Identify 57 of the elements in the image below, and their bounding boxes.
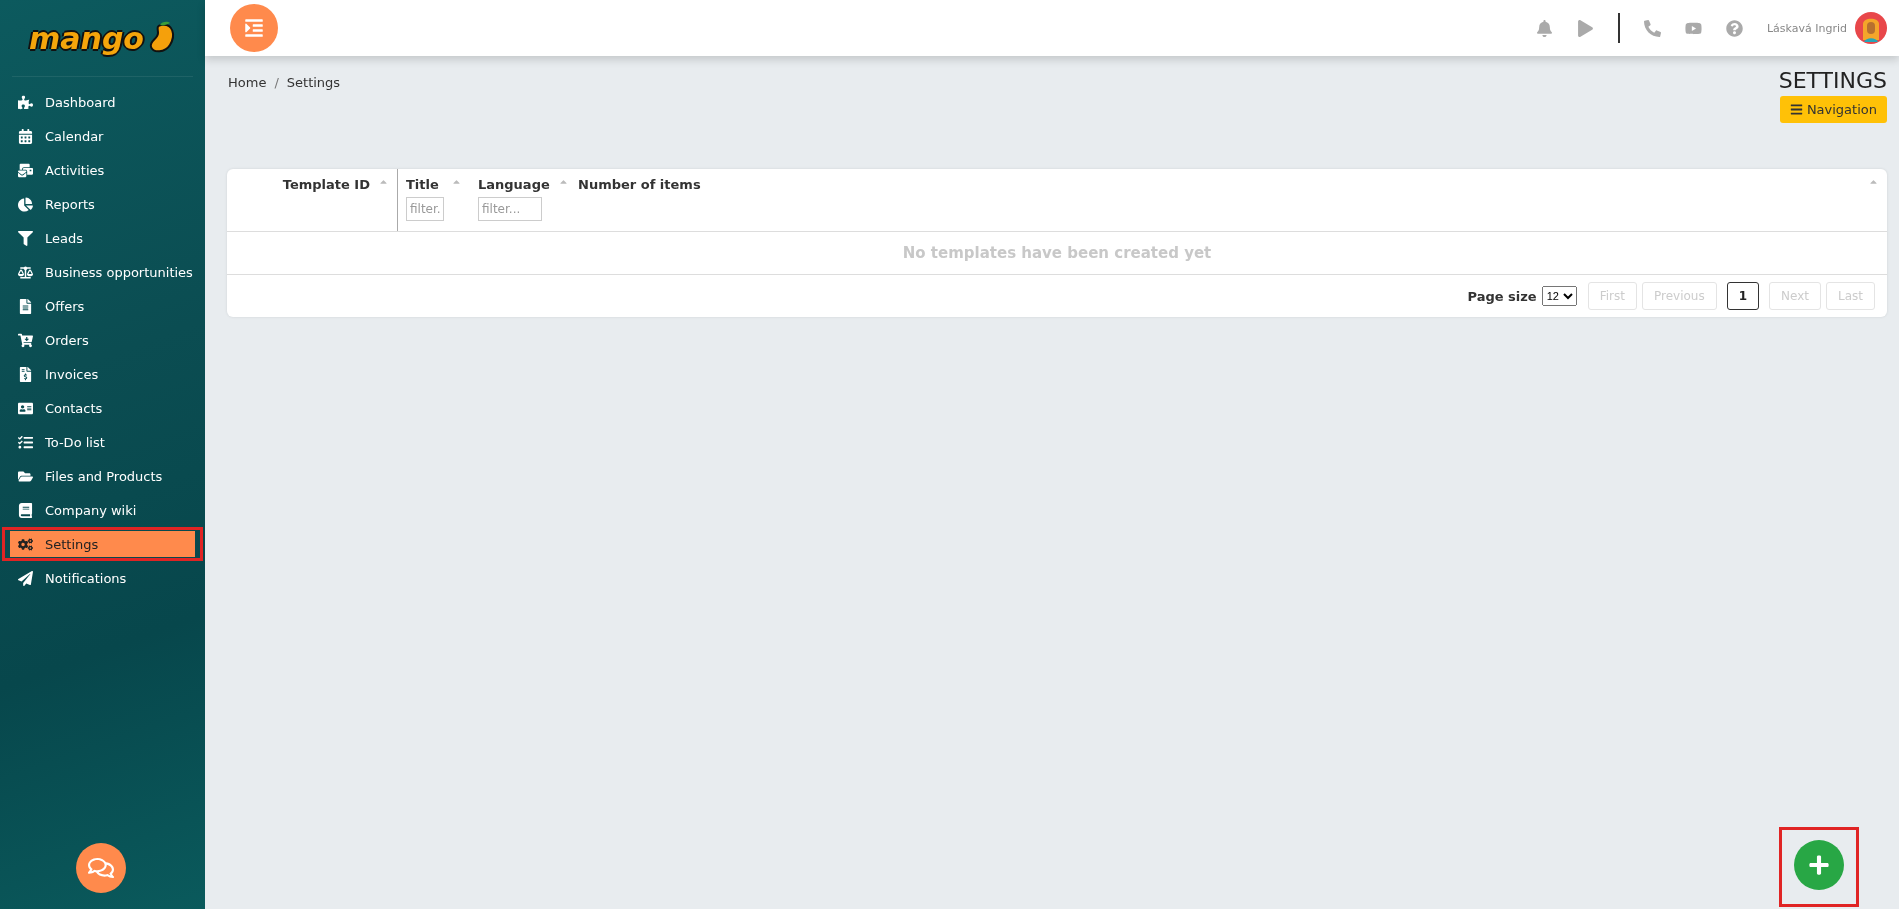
checklist-icon bbox=[18, 434, 33, 450]
envelopes-icon bbox=[18, 162, 33, 178]
menu-toggle-button[interactable] bbox=[230, 4, 278, 52]
page-title: SETTINGS bbox=[1778, 68, 1887, 93]
sidebar-item[interactable]: Company wiki bbox=[10, 497, 195, 523]
breadcrumb-separator: / bbox=[274, 75, 279, 90]
book-icon bbox=[18, 502, 33, 518]
page-size-label: Page size bbox=[1467, 288, 1537, 304]
invoice-icon bbox=[18, 366, 33, 382]
cart-icon bbox=[18, 332, 33, 348]
sidebar-item[interactable]: Business opportunities bbox=[10, 259, 195, 285]
play-icon[interactable] bbox=[1577, 19, 1595, 37]
chat-bubbles-icon bbox=[88, 855, 114, 881]
sidebar-item[interactable]: Orders bbox=[10, 327, 195, 353]
contact-card-icon bbox=[18, 400, 33, 416]
phone-icon[interactable] bbox=[1643, 19, 1661, 37]
column-header[interactable]: Template ID bbox=[282, 177, 370, 192]
sidebar-item[interactable]: Reports bbox=[10, 191, 195, 217]
breadcrumb-item: Settings bbox=[286, 75, 341, 90]
add-button[interactable] bbox=[1794, 840, 1844, 890]
sidebar-item[interactable]: Files and Products bbox=[10, 463, 195, 489]
logo-text: mango bbox=[29, 20, 144, 56]
sidebar-item[interactable]: Leads bbox=[10, 225, 195, 251]
pie-chart-icon bbox=[18, 196, 33, 212]
sidebar-item[interactable]: To-Do list bbox=[10, 429, 195, 455]
filter-field[interactable]: filter... bbox=[478, 197, 542, 221]
puzzle-icon bbox=[18, 94, 33, 110]
sidebar-item[interactable]: Notifications bbox=[10, 565, 195, 591]
column-header[interactable]: Language bbox=[478, 177, 550, 192]
user-name[interactable]: Láskavá Ingrid bbox=[1766, 21, 1847, 35]
scales-icon bbox=[18, 264, 33, 280]
page-size-select[interactable]: 12 bbox=[1541, 286, 1577, 306]
funnel-icon bbox=[18, 230, 33, 246]
filter-field[interactable]: filter. bbox=[406, 197, 444, 221]
sidebar-item[interactable]: Dashboard bbox=[10, 89, 195, 115]
plus-icon bbox=[1808, 854, 1830, 876]
navigation-button[interactable]: Navigation bbox=[1779, 96, 1887, 123]
bell-icon[interactable] bbox=[1536, 19, 1554, 37]
chat-button[interactable] bbox=[76, 843, 126, 893]
calendar-icon bbox=[18, 128, 33, 144]
paper-plane-icon bbox=[18, 570, 33, 586]
sidebar-item[interactable]: Invoices bbox=[10, 361, 195, 387]
help-icon[interactable] bbox=[1725, 19, 1743, 37]
gears-icon bbox=[18, 536, 33, 552]
sidebar-item[interactable]: Calendar bbox=[10, 123, 195, 149]
breadcrumb-item[interactable]: Home bbox=[228, 75, 267, 90]
pagination-button[interactable]: 1 bbox=[1726, 282, 1760, 310]
collapse-menu-icon bbox=[244, 18, 264, 38]
avatar-icon[interactable] bbox=[1855, 12, 1887, 44]
sidebar-item[interactable]: Settings bbox=[10, 531, 195, 557]
column-header[interactable]: Number of items bbox=[578, 177, 701, 192]
menu-icon bbox=[1789, 103, 1803, 116]
sidebar-item[interactable]: Activities bbox=[10, 157, 195, 183]
column-header[interactable]: Title bbox=[406, 177, 439, 192]
document-icon bbox=[18, 298, 33, 314]
sidebar-item[interactable]: Offers bbox=[10, 293, 195, 319]
sidebar-item[interactable]: Contacts bbox=[10, 395, 195, 421]
